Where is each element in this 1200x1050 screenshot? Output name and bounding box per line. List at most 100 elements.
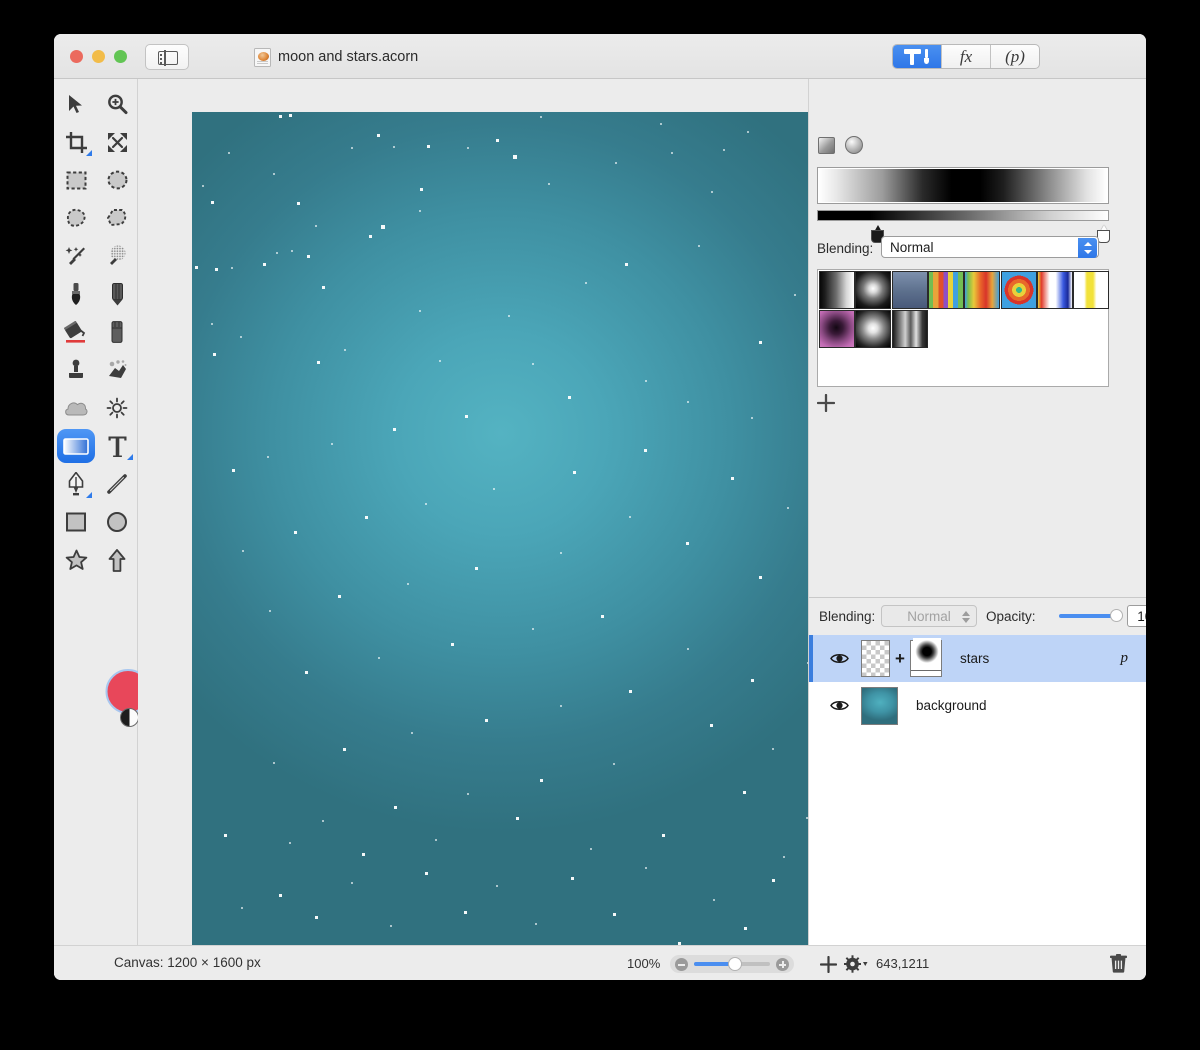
layer-visibility-toggle[interactable] (830, 699, 849, 712)
sharpen-tool[interactable] (98, 391, 136, 425)
polygon-lasso-tool[interactable] (98, 201, 136, 235)
transform-tool[interactable] (98, 125, 136, 159)
preset-slate-blue[interactable] (891, 271, 928, 309)
gradient-preview[interactable] (817, 167, 1109, 204)
panel-mode-segmented-control[interactable]: fx (p) (892, 44, 1040, 69)
pencil-tool[interactable] (98, 277, 136, 311)
mask-plus-icon: + (895, 648, 905, 668)
star-dot (239, 336, 242, 339)
paint-bucket-tool[interactable] (57, 315, 95, 349)
radial-gradient-icon[interactable] (845, 136, 863, 154)
line-tool[interactable] (98, 467, 136, 501)
sidebar-toggle-button[interactable] (145, 44, 189, 70)
gradient-preset-grid[interactable] (817, 269, 1110, 387)
ellipse-shape-tool[interactable] (98, 505, 136, 539)
star-dot (434, 839, 437, 842)
layer-row-stars[interactable]: + stars p (809, 635, 1146, 682)
zoom-out-icon[interactable] (675, 958, 688, 971)
zoom-in-icon[interactable] (776, 958, 789, 971)
star-dot (507, 314, 510, 317)
layer-settings-gear-button[interactable] (844, 955, 870, 978)
add-layer-button[interactable] (819, 955, 838, 978)
star-dot (240, 906, 243, 909)
star-dot (214, 268, 218, 272)
ellipse-select-tool[interactable] (98, 163, 136, 197)
preset-yellow-checker[interactable] (1073, 271, 1110, 309)
star-dot (451, 643, 455, 647)
rectangle-shape-tool[interactable] (57, 505, 95, 539)
star-dot (750, 679, 754, 683)
arrow-shape-tool[interactable] (98, 543, 136, 577)
maximize-window-button[interactable] (114, 50, 127, 63)
star-dot (585, 282, 588, 285)
eraser-tool[interactable] (98, 315, 136, 349)
gradient-blending-select[interactable]: Normal (881, 236, 1099, 258)
chevron-updown-icon (1078, 238, 1097, 258)
rect-select-tool[interactable] (57, 163, 95, 197)
layer-mask-thumbnail[interactable] (909, 638, 942, 677)
half-circle-swap-icon[interactable] (120, 708, 139, 727)
linear-gradient-icon[interactable] (818, 137, 835, 154)
add-gradient-preset-button[interactable] (816, 393, 836, 413)
close-window-button[interactable] (70, 50, 83, 63)
preset-white-radial[interactable] (855, 271, 892, 309)
smudge-tool[interactable] (98, 353, 136, 387)
star-dot (305, 670, 309, 674)
preset-concentric-rings[interactable] (1000, 271, 1037, 309)
preset-gray-bands[interactable] (891, 310, 928, 348)
preset-bw-linear[interactable] (819, 271, 855, 309)
zoom-tool[interactable] (98, 87, 136, 121)
move-tool[interactable] (57, 87, 95, 121)
star-dot (613, 912, 616, 916)
star-dot (272, 761, 275, 764)
layer-thumbnail[interactable] (861, 640, 890, 677)
star-dot (267, 455, 270, 458)
text-tool[interactable] (98, 429, 136, 463)
star-dot (643, 448, 647, 452)
tab-filters[interactable]: fx (942, 45, 991, 68)
tab-palette[interactable]: (p) (991, 45, 1039, 68)
zoom-slider-knob[interactable] (728, 957, 743, 971)
preset-red-white-blue[interactable] (1036, 271, 1073, 309)
layer-visibility-toggle[interactable] (830, 652, 849, 665)
star-dot (771, 878, 775, 882)
layer-badge: p (1120, 650, 1129, 666)
star-dot (629, 515, 632, 518)
star-dot (495, 138, 499, 142)
layer-name[interactable]: stars (960, 651, 989, 666)
zoom-slider[interactable] (670, 955, 794, 973)
layer-name[interactable]: background (916, 698, 987, 713)
blur-tool[interactable] (57, 391, 95, 425)
magic-wand-tool[interactable] (57, 239, 95, 273)
star-dot (321, 285, 325, 289)
tab-tools[interactable] (893, 45, 942, 68)
minimize-window-button[interactable] (92, 50, 105, 63)
layer-opacity-value[interactable]: 100% (1127, 605, 1146, 627)
star-shape-tool[interactable] (57, 543, 95, 577)
instant-alpha-tool[interactable] (98, 239, 136, 273)
preset-soft-white-radial[interactable] (855, 310, 892, 348)
gradient-stop-bar[interactable] (817, 210, 1109, 221)
image-canvas[interactable] (192, 112, 864, 980)
layer-opacity-slider[interactable] (1059, 609, 1123, 622)
clone-stamp-tool[interactable] (57, 353, 95, 387)
preset-warm-spectrum[interactable] (964, 271, 1001, 309)
lasso-tool[interactable] (57, 201, 95, 235)
canvas-area[interactable] (138, 79, 864, 980)
gradient-tool[interactable] (57, 429, 95, 463)
star-dot (613, 763, 615, 766)
layer-row-background[interactable]: background (809, 682, 1146, 729)
preset-spectrum-stripes[interactable] (927, 271, 964, 309)
star-dot (279, 114, 283, 118)
bezier-pen-tool[interactable] (57, 467, 95, 501)
brush-tool[interactable] (57, 277, 95, 311)
star-dot (787, 507, 790, 510)
layer-thumbnail[interactable] (861, 686, 898, 725)
star-dot (344, 349, 347, 352)
star-dot (467, 147, 470, 150)
preset-magenta-radial[interactable] (819, 310, 855, 348)
crop-tool[interactable] (57, 125, 95, 159)
delete-layer-button[interactable] (1110, 954, 1127, 978)
layer-blending-select[interactable]: Normal (881, 605, 977, 627)
star-dot (201, 185, 204, 188)
